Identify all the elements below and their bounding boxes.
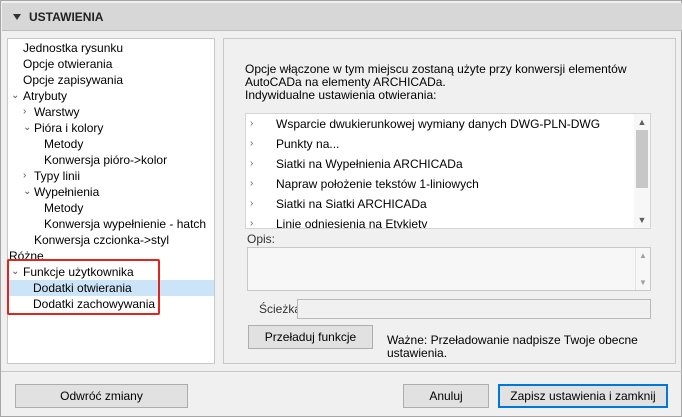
scroll-down-icon[interactable]: ▼ — [639, 278, 647, 287]
list-item-label: Punkty na... — [276, 137, 340, 151]
description-line: Indywidualne ustawienia otwierania: — [245, 88, 437, 102]
chevron-down-icon[interactable]: ⌄ — [11, 88, 19, 104]
scroll-up-icon[interactable]: ▲ — [634, 115, 650, 129]
chevron-right-icon[interactable]: › — [23, 104, 26, 120]
chevron-right-icon[interactable]: › — [250, 214, 253, 228]
addons-list[interactable]: › Wsparcie dwukierunkowej wymiany danych… — [245, 113, 651, 229]
opis-label: Opis: — [247, 232, 276, 246]
opis-scrollbar[interactable]: ▲ ▼ — [635, 248, 650, 290]
red-highlight-box — [7, 259, 160, 315]
tree-item-jednostka[interactable]: Jednostka rysunku — [23, 40, 123, 56]
header-title: USTAWIENIA — [29, 10, 104, 24]
list-item-label: Linie odniesienia na Etykiety — [276, 217, 428, 229]
collapse-triangle-icon[interactable] — [13, 14, 21, 20]
list-item-label: Wsparcie dwukierunkowej wymiany danych D… — [276, 117, 601, 131]
scrollbar-thumb[interactable] — [636, 130, 648, 188]
path-field[interactable] — [297, 299, 651, 319]
chevron-down-icon[interactable]: ⌄ — [23, 120, 31, 136]
chevron-right-icon[interactable]: › — [250, 174, 253, 194]
tree-item-opcje-otwierania[interactable]: Opcje otwierania — [23, 56, 112, 72]
warning-text: Ważne: Przeładowanie nadpisze Twoje obec… — [387, 334, 667, 360]
panel-description: Opcje włączone w tym miejscu zostaną uży… — [245, 63, 665, 102]
tree-item-metody-wypelnienia[interactable]: Metody — [44, 200, 83, 216]
tree-item-konwersja-wypelnienie[interactable]: Konwersja wypełnienie - hatch — [44, 216, 206, 232]
chevron-right-icon[interactable]: › — [23, 168, 26, 184]
opis-textarea[interactable]: ▲ ▼ — [247, 247, 651, 291]
scroll-up-icon[interactable]: ▲ — [639, 251, 647, 260]
chevron-right-icon[interactable]: › — [250, 194, 253, 214]
chevron-right-icon[interactable]: › — [250, 114, 253, 134]
chevron-down-icon[interactable]: ⌄ — [23, 184, 31, 200]
reload-functions-button[interactable]: Przeładuj funkcje — [248, 325, 373, 349]
scroll-down-icon[interactable]: ▼ — [634, 213, 650, 227]
settings-dialog: USTAWIENIA Jednostka rysunku Opcje otwie… — [0, 0, 682, 417]
chevron-right-icon[interactable]: › — [250, 134, 253, 154]
tree-item-metody-piora[interactable]: Metody — [44, 136, 83, 152]
settings-tree: Jednostka rysunku Opcje otwierania Opcje… — [7, 38, 215, 364]
tree-item-opcje-zapisywania[interactable]: Opcje zapisywania — [23, 72, 123, 88]
list-item-label: Napraw położenie tekstów 1-liniowych — [276, 177, 479, 191]
cancel-button[interactable]: Anuluj — [403, 384, 489, 408]
footer-separator — [1, 371, 682, 372]
list-scrollbar[interactable]: ▲ ▼ — [634, 114, 650, 228]
tree-item-konwersja-czcionka[interactable]: Konwersja czcionka->styl — [34, 232, 169, 248]
list-item-label: Siatki na Wypełnienia ARCHICADa — [276, 157, 463, 171]
revert-changes-button[interactable]: Odwróć zmiany — [15, 384, 188, 408]
list-item-label: Siatki na Siatki ARCHICADa — [276, 197, 427, 211]
save-and-close-button[interactable]: Zapisz ustawienia i zamknij — [498, 384, 668, 408]
settings-header[interactable]: USTAWIENIA — [2, 3, 682, 31]
tree-item-konwersja-pioro[interactable]: Konwersja pióro->kolor — [44, 152, 167, 168]
chevron-right-icon[interactable]: › — [250, 154, 253, 174]
warning-line: ustawienia. — [387, 346, 448, 360]
